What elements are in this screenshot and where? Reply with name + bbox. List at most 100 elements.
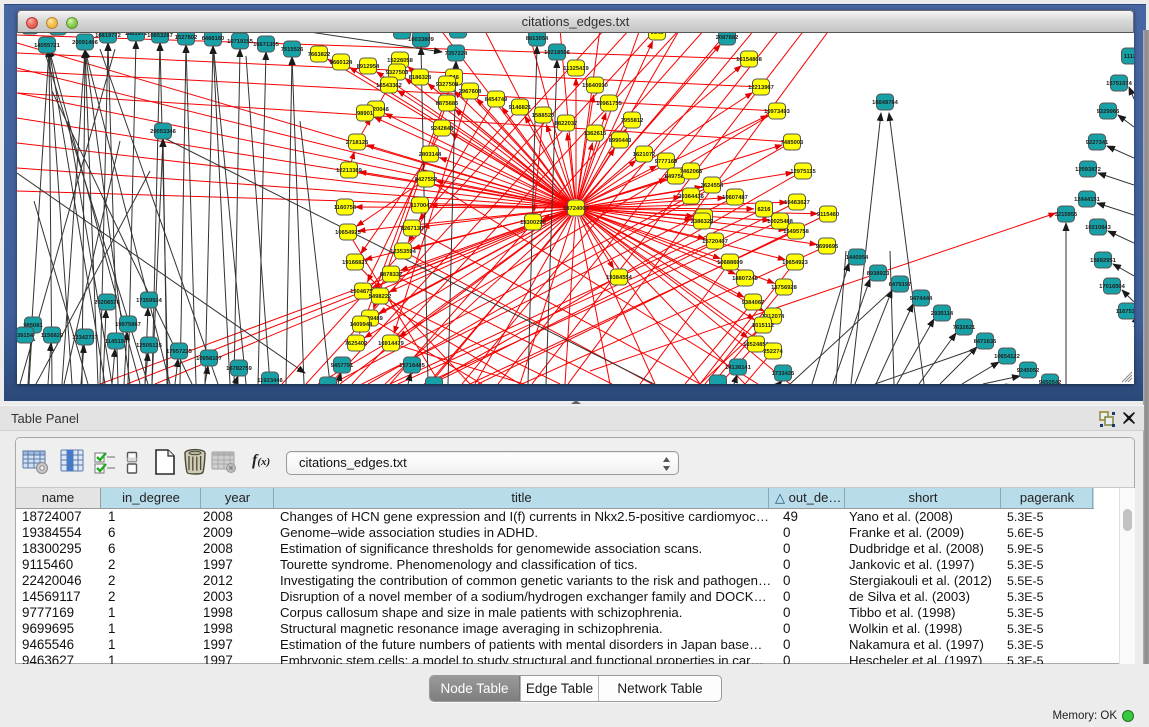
svg-text:12975115: 12975115 [790,168,816,175]
svg-text:19654923: 19654923 [782,259,809,266]
svg-text:10654925: 10654925 [335,229,362,236]
svg-text:1112: 1112 [1124,53,1134,60]
svg-text:20206576: 20206576 [94,299,121,306]
svg-text:1362615: 1362615 [584,130,607,137]
svg-text:1881971: 1881971 [125,33,148,37]
svg-text:9648: 9648 [651,33,665,36]
svg-text:12213967: 12213967 [748,84,774,91]
svg-text:17957225: 17957225 [166,348,193,355]
svg-text:19975867: 19975867 [115,321,141,328]
svg-text:9327503: 9327503 [386,69,409,76]
svg-text:117004: 117004 [410,202,430,209]
svg-text:17016504: 17016504 [1099,283,1126,290]
svg-text:16154808: 16154808 [736,56,763,63]
svg-text:1167534: 1167534 [1116,308,1134,315]
svg-text:20364436: 20364436 [678,193,705,200]
svg-text:5723: 5723 [396,33,410,35]
svg-text:12342737: 12342737 [72,334,98,341]
svg-text:8875685: 8875685 [436,100,459,107]
svg-text:2935114: 2935114 [931,310,954,317]
svg-text:10463627: 10463627 [784,199,810,206]
svg-text:9777169: 9777169 [655,158,678,165]
svg-text:1156829: 1156829 [41,332,64,339]
svg-text:16914479: 16914479 [378,340,405,347]
svg-text:7632621: 7632621 [953,324,976,331]
svg-text:252274: 252274 [763,348,783,355]
svg-text:1588520: 1588520 [532,112,555,119]
svg-text:9457791: 9457791 [331,362,354,369]
svg-text:9327508: 9327508 [436,81,459,88]
svg-text:16782759: 16782759 [226,365,253,372]
svg-text:14136141: 14136141 [725,364,752,371]
svg-text:20091406: 20091406 [72,39,99,46]
svg-text:18300295: 18300295 [520,219,547,226]
svg-text:12505135: 12505135 [136,342,163,349]
svg-text:8471636: 8471636 [974,338,997,345]
svg-text:1160754: 1160754 [334,204,357,211]
svg-text:15751074: 15751074 [1106,80,1133,87]
svg-text:10210643: 10210643 [1085,224,1112,231]
svg-text:8878332: 8878332 [380,271,403,278]
svg-text:10654122: 10654122 [994,353,1020,360]
svg-text:8990443: 8990443 [609,137,632,144]
svg-text:8822037: 8822037 [555,120,578,127]
svg-text:10607487: 10607487 [722,194,748,201]
svg-text:10688609: 10688609 [717,259,744,266]
svg-text:2967608: 2967608 [459,88,482,95]
svg-text:1621072: 1621072 [633,151,656,158]
svg-text:12093872: 12093872 [1075,166,1101,173]
svg-text:10973493: 10973493 [764,108,791,115]
svg-text:14055721: 14055721 [34,42,61,49]
svg-text:2718126: 2718126 [346,139,369,146]
svg-text:7955812: 7955812 [621,117,644,124]
svg-text:12444151: 12444151 [1074,196,1101,203]
svg-text:15226058: 15226058 [387,57,414,64]
svg-text:2803144: 2803144 [419,151,442,158]
svg-text:8427552: 8427552 [415,176,438,183]
svg-text:16671355: 16671355 [253,41,280,48]
svg-text:39154: 39154 [17,332,34,339]
svg-text:7625402: 7625402 [345,340,368,347]
svg-text:5498222: 5498222 [369,293,392,300]
svg-text:17359924: 17359924 [136,297,163,304]
svg-text:6479197: 6479197 [889,281,912,288]
svg-text:8267130: 8267130 [401,225,424,232]
svg-text:8912954: 8912954 [357,63,380,70]
svg-text:7515526: 7515526 [281,46,304,53]
svg-text:10958107: 10958107 [196,355,222,362]
svg-text:1527602: 1527602 [175,34,198,41]
svg-text:10653267: 10653267 [147,33,173,39]
svg-text:9474444: 9474444 [910,295,933,302]
svg-text:19384554: 19384554 [606,274,633,281]
svg-text:2386322: 2386322 [691,218,714,225]
svg-text:16543362: 16543362 [376,82,402,89]
svg-text:16819772: 16819772 [95,33,121,39]
svg-text:16033809: 16033809 [408,36,435,43]
svg-text:10961755: 10961755 [596,100,623,107]
svg-text:9245052: 9245052 [1017,367,1040,374]
svg-text:9146821: 9146821 [509,104,532,111]
svg-text:9242848: 9242848 [431,125,454,132]
svg-text:15720407: 15720407 [702,238,728,245]
svg-text:7663822: 7663822 [308,51,331,58]
svg-text:8938923: 8938923 [867,270,890,277]
svg-text:19218506: 19218506 [544,49,571,56]
svg-text:8186328: 8186328 [409,74,432,81]
svg-text:9660124: 9660124 [330,59,353,66]
svg-text:6216: 6216 [758,206,772,213]
svg-text:9384067: 9384067 [742,299,765,306]
svg-text:7485003: 7485003 [781,139,804,146]
svg-text:19166827: 19166827 [342,259,368,266]
svg-text:20053346: 20053346 [150,128,177,135]
svg-text:1145194: 1145194 [105,338,128,345]
svg-text:18724007: 18724007 [563,205,589,212]
svg-text:12213369: 12213369 [336,167,363,174]
svg-text:1015112: 1015112 [752,322,774,329]
svg-text:98901: 98901 [357,110,374,117]
svg-text:3215955: 3215955 [1055,211,1078,218]
svg-text:9699695: 9699695 [816,243,839,250]
svg-text:11923446: 11923446 [257,377,283,384]
svg-text:9450542: 9450542 [1039,379,1062,384]
svg-text:18807249: 18807249 [732,275,759,282]
svg-text:11325419: 11325419 [563,65,589,72]
